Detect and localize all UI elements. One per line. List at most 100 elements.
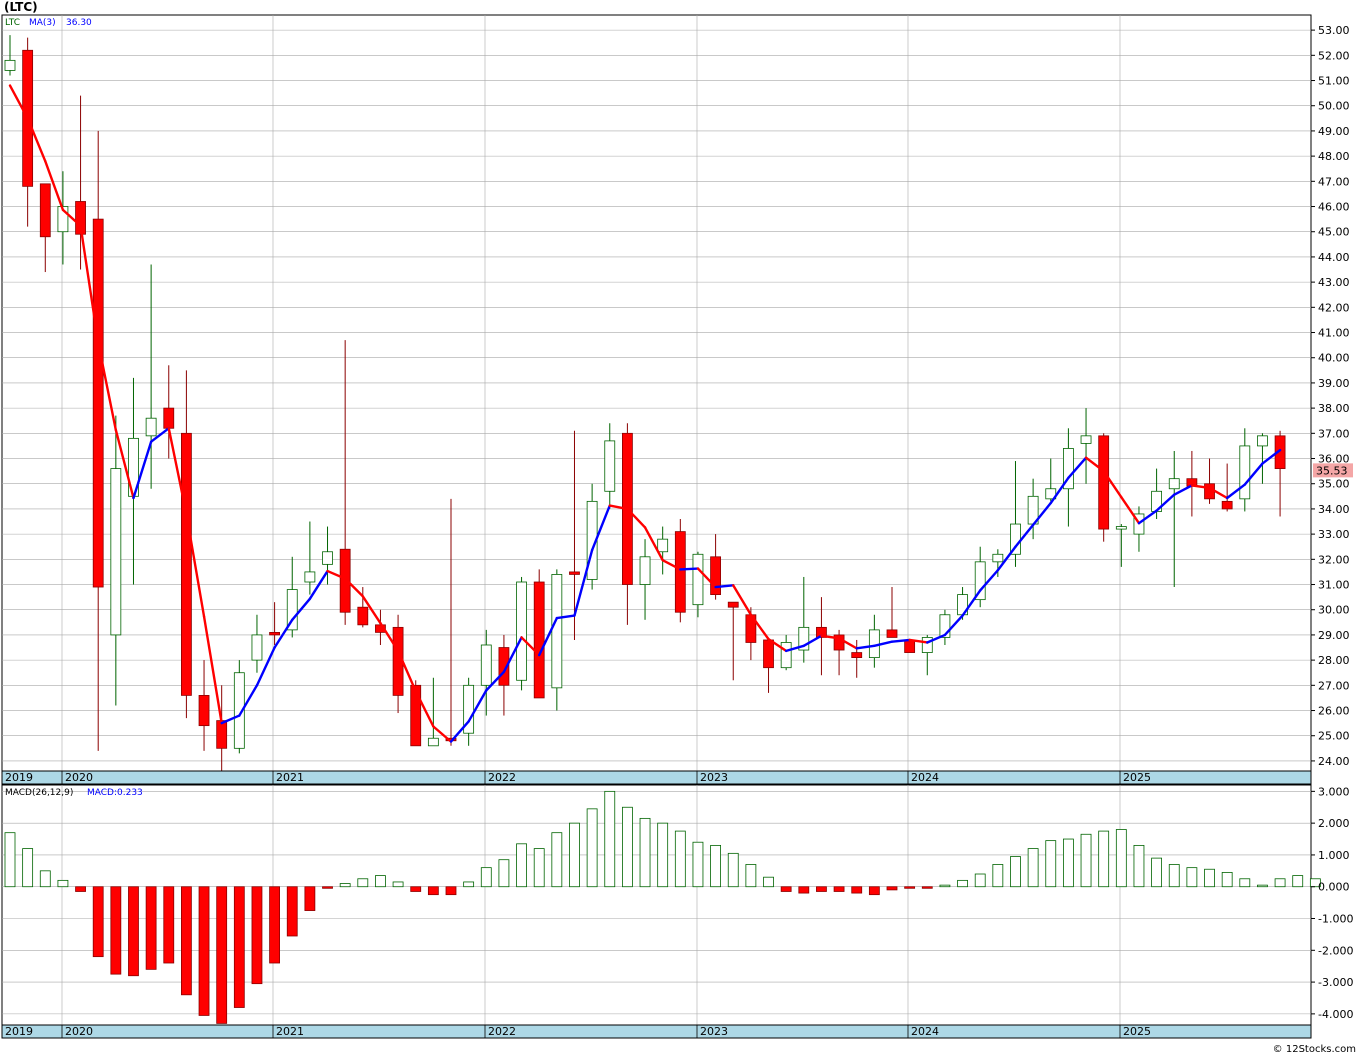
candle-body xyxy=(251,634,263,661)
ma-indicator-label: MA(3) xyxy=(29,18,56,28)
macd-bar xyxy=(1045,840,1057,888)
macd-bar xyxy=(22,848,34,888)
macd-bar xyxy=(322,886,333,889)
macd-bar xyxy=(410,886,422,892)
x-tick-label: 2025 xyxy=(1123,771,1151,784)
candle-body xyxy=(39,183,51,238)
candle-body xyxy=(516,581,527,681)
macd-bar xyxy=(1257,884,1268,888)
macd-bar xyxy=(516,843,527,888)
macd-bar xyxy=(780,886,792,892)
candle-body xyxy=(674,531,686,613)
macd-bar xyxy=(304,886,316,911)
candle-body xyxy=(639,556,651,585)
macd-y-axis: -4.000 -3.000 -2.000 -1.000 0.000 1.000 2.000 3… xyxy=(1311,785,1353,1021)
macd-bar xyxy=(392,881,404,888)
macd-y-tick-label: -3.000 xyxy=(1318,976,1353,989)
x-tick-label: 2024 xyxy=(911,771,939,784)
candle-body xyxy=(357,606,369,626)
x-tick-label: 2024 xyxy=(911,1025,939,1038)
macd-bar xyxy=(1204,868,1215,888)
price-y-tick-label: 27.00 xyxy=(1318,679,1350,692)
ma-segment xyxy=(714,584,735,589)
price-y-tick-label: 39.00 xyxy=(1318,377,1350,390)
price-y-tick-label: 33.00 xyxy=(1318,528,1350,541)
macd-bar xyxy=(569,822,580,888)
macd-bar xyxy=(1133,844,1145,888)
macd-bar xyxy=(1274,878,1286,888)
macd-bar xyxy=(1151,857,1162,888)
price-y-tick-label: 53.00 xyxy=(1318,24,1350,37)
x-tick-label: 2019 xyxy=(5,1025,33,1038)
candle-body xyxy=(110,468,122,636)
macd-bar xyxy=(375,875,386,888)
macd-y-tick-label: -4.000 xyxy=(1318,1008,1353,1021)
macd-bar xyxy=(128,886,139,977)
price-y-tick-label: 35.00 xyxy=(1318,478,1350,491)
macd-bar xyxy=(604,790,616,888)
candle-body xyxy=(198,695,210,727)
macd-bar xyxy=(1115,829,1127,888)
macd-bar xyxy=(75,886,86,892)
macd-bar xyxy=(39,870,51,888)
macd-bar xyxy=(1292,875,1304,888)
macd-bar xyxy=(92,886,104,958)
macd-bar xyxy=(868,886,880,896)
candle xyxy=(1098,433,1110,542)
price-y-tick-label: 26.00 xyxy=(1318,705,1350,718)
candle-body xyxy=(145,417,157,437)
candle-body xyxy=(304,571,316,583)
x-tick-label: 2021 xyxy=(276,771,304,784)
chart-title: (LTC) xyxy=(4,0,38,14)
candle-body xyxy=(216,720,228,749)
candle-body xyxy=(427,737,439,747)
macd-bar xyxy=(445,886,457,896)
chart-svg: 24.00 25.00 26.00 27.00 28.00 29.00 30.00 31.00… xyxy=(1,14,1353,1039)
macd-bar xyxy=(463,881,475,888)
macd-bar xyxy=(622,806,633,888)
price-y-tick-label: 45.00 xyxy=(1318,226,1350,239)
macd-bar xyxy=(674,830,686,888)
candle-body xyxy=(322,551,333,565)
x-tick-label: 2019 xyxy=(5,771,33,784)
candle-body xyxy=(480,644,492,686)
ma-segment xyxy=(890,638,911,643)
macd-bar xyxy=(533,848,545,888)
macd-bar xyxy=(498,859,510,888)
macd-indicator-value: MACD:0.233 xyxy=(87,788,143,798)
candle-body xyxy=(904,639,916,653)
macd-bar xyxy=(1221,872,1233,888)
price-y-tick-label: 51.00 xyxy=(1318,75,1350,88)
candle-body xyxy=(533,581,545,699)
price-y-tick-label: 43.00 xyxy=(1318,276,1350,289)
macd-bar xyxy=(833,886,845,892)
chart-root: 24.00 25.00 26.00 27.00 28.00 29.00 30.00 31.00… xyxy=(0,0,1360,1056)
macd-bar xyxy=(233,886,245,1008)
candle-body xyxy=(92,218,104,588)
macd-bar xyxy=(639,817,651,888)
price-y-axis: 24.00 25.00 26.00 27.00 28.00 29.00 30.00 31.00… xyxy=(1311,24,1350,768)
price-y-tick-label: 24.00 xyxy=(1318,755,1350,768)
candle-body xyxy=(604,440,616,492)
price-y-tick-label: 41.00 xyxy=(1318,327,1350,340)
price-y-tick-label: 46.00 xyxy=(1318,201,1350,214)
macd-bar xyxy=(110,886,122,975)
macd-bar xyxy=(851,886,863,894)
candle-body xyxy=(710,556,721,595)
candle-body xyxy=(851,652,863,658)
macd-bar xyxy=(939,884,951,888)
macd-bar xyxy=(921,886,933,889)
macd-time-axis-bar xyxy=(1,1024,1312,1039)
price-y-tick-label: 37.00 xyxy=(1318,427,1350,440)
last-price-value: 35.53 xyxy=(1316,464,1348,477)
macd-y-tick-label: -2.000 xyxy=(1318,944,1353,957)
price-y-tick-label: 31.00 xyxy=(1318,579,1350,592)
candle-body xyxy=(551,574,563,689)
macd-bar xyxy=(586,808,598,888)
candle xyxy=(533,569,545,699)
price-y-tick-label: 30.00 xyxy=(1318,604,1350,617)
macd-bar xyxy=(180,886,192,996)
macd-indicator-label: MACD(26,12,9) xyxy=(5,788,73,798)
x-tick-label: 2023 xyxy=(700,1025,728,1038)
candle-body xyxy=(657,538,669,553)
